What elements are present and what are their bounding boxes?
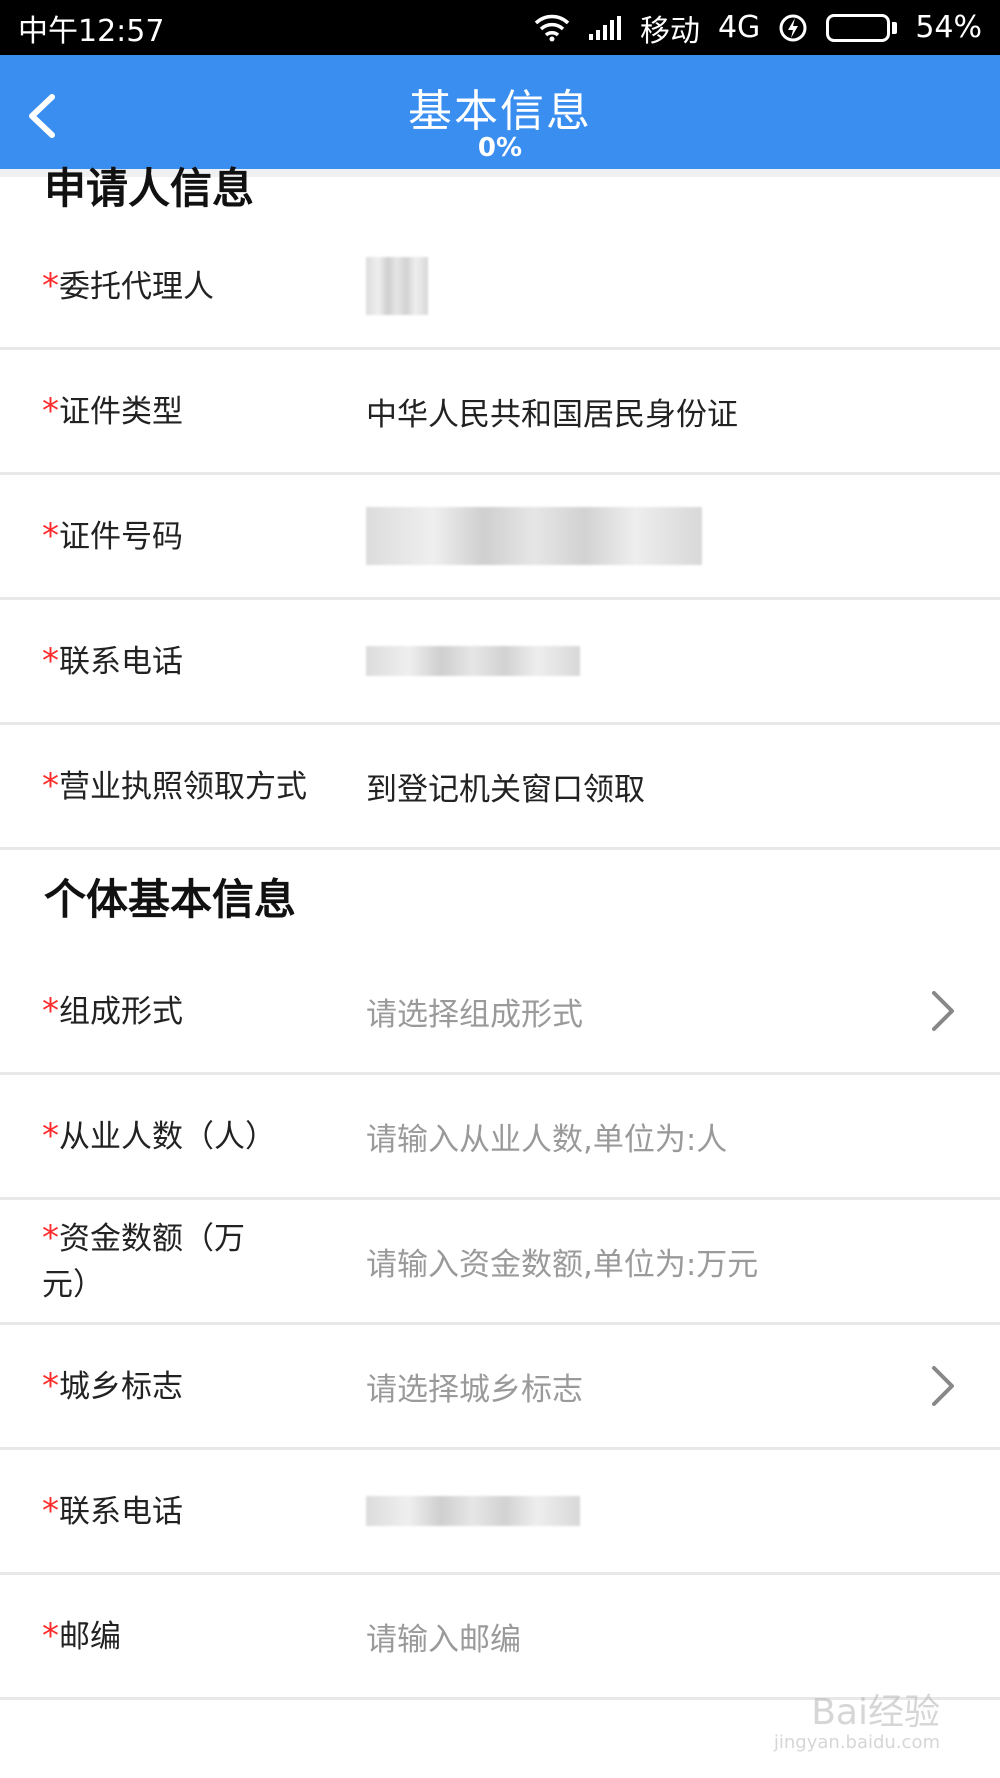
watermark: Bai经验 jingyan.baidu.com [773,1692,940,1754]
section-title-applicant: 申请人信息 [44,164,255,213]
row-license-method[interactable]: *营业执照领取方式 到登记机关窗口领取 [0,725,1000,850]
row-capital[interactable]: *资金数额（万元） 请输入资金数额,单位为:万元 [0,1200,1000,1325]
row-label: *从业人数（人） [42,1115,276,1156]
employees-input[interactable]: 请输入从业人数,单位为:人 [366,1114,727,1159]
required-mark: * [42,1615,59,1656]
signal-icon [588,15,622,41]
required-mark: * [42,1217,59,1258]
network-type: 4G [717,10,761,45]
row-urban-rural[interactable]: *城乡标志 请选择城乡标志 [0,1325,1000,1450]
section-title-individual: 个体基本信息 [44,875,297,924]
status-icons: 移动 4G 54% [534,6,982,50]
required-mark: * [42,390,59,431]
app-header: 基本信息 0% [0,55,1000,169]
carrier-label: 移动 [639,13,700,49]
required-mark: * [42,765,59,806]
battery-icon [826,13,898,42]
row-composition-form[interactable]: *组成形式 请选择组成形式 [0,950,1000,1075]
row-label: *邮编 [42,1615,121,1656]
required-mark: * [42,1490,59,1531]
row-id-type[interactable]: *证件类型 中华人民共和国居民身份证 [0,350,1000,475]
row-agent[interactable]: *委托代理人 [0,225,1000,350]
row-label: *组成形式 [42,990,183,1031]
row-label: *联系电话 [42,640,183,681]
row-employees[interactable]: *从业人数（人） 请输入从业人数,单位为:人 [0,1075,1000,1200]
required-mark: * [42,990,59,1031]
row-phone[interactable]: *联系电话 [0,600,1000,725]
row-label: *委托代理人 [42,265,214,306]
wifi-icon [534,14,570,42]
postcode-input[interactable]: 请输入邮编 [366,1614,521,1659]
row-label: *联系电话 [42,1490,183,1531]
row-label: *资金数额（万元） [42,1217,245,1303]
required-mark: * [42,1115,59,1156]
row-id-number[interactable]: *证件号码 [0,475,1000,600]
page-title: 基本信息 [408,86,592,137]
chevron-right-icon[interactable] [930,989,956,1033]
redacted-value [366,507,702,565]
charging-icon [778,13,808,43]
row-label: *城乡标志 [42,1365,183,1406]
row-label: *证件类型 [42,390,183,431]
chevron-right-icon[interactable] [930,1364,956,1408]
redacted-value [366,257,428,315]
status-time: 中午12:57 [18,13,165,49]
id-type-value: 中华人民共和国居民身份证 [366,396,738,433]
urban-rural-select[interactable]: 请选择城乡标志 [366,1364,583,1409]
composition-form-select[interactable]: 请选择组成形式 [366,989,583,1034]
row-individual-phone[interactable]: *联系电话 [0,1450,1000,1575]
form-content: 申请人信息 *委托代理人 *证件类型 中华人民共和国居民身份证 *证件号码 *联… [0,165,1000,1700]
required-mark: * [42,640,59,681]
row-postcode[interactable]: *邮编 请输入邮编 [0,1575,1000,1700]
redacted-value [366,646,580,676]
license-method-value: 到登记机关窗口领取 [366,771,645,808]
required-mark: * [42,515,59,556]
row-label: *证件号码 [42,515,183,556]
battery-percent: 54% [915,10,982,45]
capital-input[interactable]: 请输入资金数额,单位为:万元 [366,1239,758,1284]
status-bar: 中午12:57 移动 4G 54% [0,0,1000,55]
required-mark: * [42,1365,59,1406]
row-label: *营业执照领取方式 [42,765,307,806]
progress-percent: 0% [477,133,523,163]
required-mark: * [42,265,59,306]
redacted-value [366,1496,580,1526]
